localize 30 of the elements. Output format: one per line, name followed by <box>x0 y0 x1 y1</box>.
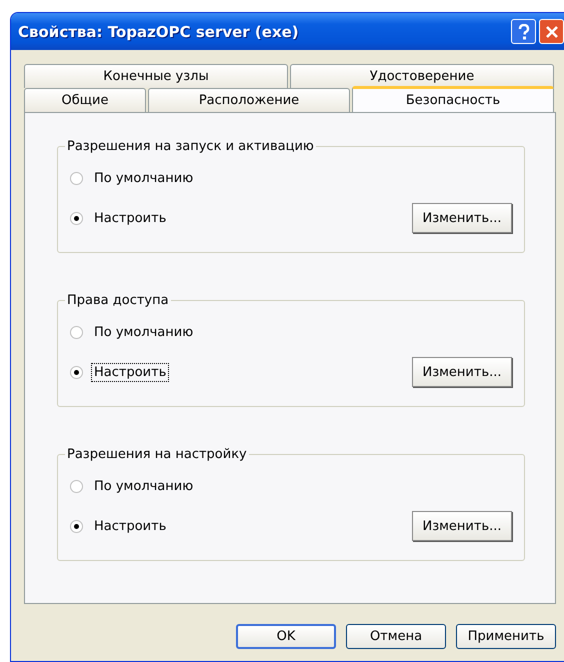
tab[interactable]: Удостоверение <box>290 64 554 88</box>
radio-button[interactable] <box>70 326 83 338</box>
group-title: Разрешения на запуск и активацию <box>66 139 315 154</box>
radio-option[interactable]: По умолчанию <box>70 168 196 188</box>
close-button[interactable] <box>539 19 564 44</box>
close-icon <box>544 24 558 38</box>
radio-button[interactable] <box>70 366 83 378</box>
edit-button[interactable]: Изменить... <box>412 357 512 387</box>
radio-option[interactable]: Настроить <box>70 516 170 536</box>
dialog-button[interactable]: OK <box>236 624 336 649</box>
tab[interactable]: Безопасность <box>352 86 554 112</box>
radio-option[interactable]: По умолчанию <box>70 476 196 496</box>
radio-button[interactable] <box>70 212 83 224</box>
edit-button[interactable]: Изменить... <box>412 511 512 541</box>
radio-option[interactable]: Настроить <box>70 208 170 228</box>
dialog-button[interactable]: Применить <box>456 624 556 649</box>
help-button[interactable] <box>511 19 536 44</box>
radio-option[interactable]: По умолчанию <box>70 322 196 342</box>
tab[interactable]: Общие <box>24 88 146 112</box>
help-icon <box>516 24 530 40</box>
group-title: Права доступа <box>66 293 170 308</box>
tab[interactable]: Конечные узлы <box>24 64 288 88</box>
dialog-button[interactable]: Отмена <box>346 624 446 649</box>
tab[interactable]: Расположение <box>148 88 350 112</box>
radio-button[interactable] <box>70 480 83 492</box>
edit-button[interactable]: Изменить... <box>412 203 512 233</box>
radio-button[interactable] <box>70 172 83 184</box>
group-title: Разрешения на настройку <box>66 447 248 462</box>
window-title: Свойства: TopazOPC server (exe) <box>18 22 299 40</box>
radio-button[interactable] <box>70 520 83 532</box>
